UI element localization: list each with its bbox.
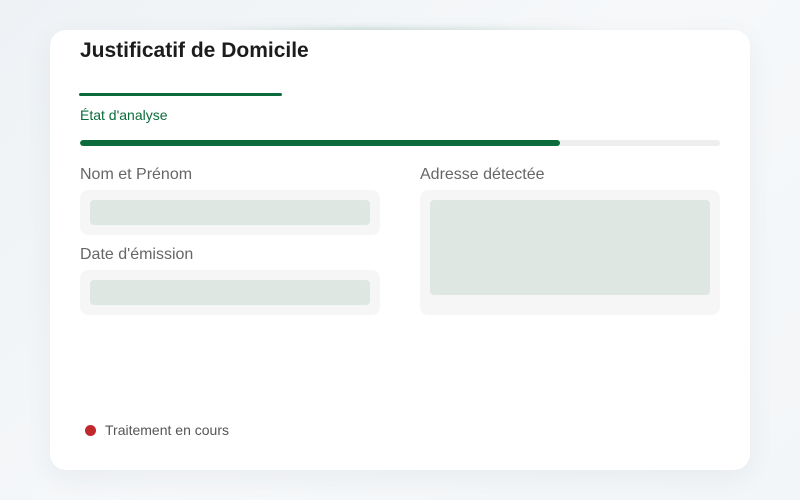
document-card: Justificatif de Domicile État d'analyse … (50, 30, 750, 470)
status-dot-icon (85, 425, 96, 436)
name-field-placeholder-skeleton (90, 200, 370, 225)
issue-date-field[interactable] (80, 270, 380, 315)
address-field-label: Adresse détectée (420, 166, 545, 183)
address-field-placeholder-skeleton (430, 200, 710, 295)
issue-date-field-label: Date d'émission (80, 246, 194, 263)
active-tab-indicator (79, 93, 282, 96)
analysis-progress-bar (80, 140, 720, 146)
address-field[interactable] (420, 190, 720, 315)
issue-date-field-placeholder-skeleton (90, 280, 370, 305)
name-field-label: Nom et Prénom (80, 166, 193, 183)
page-title: Justificatif de Domicile (80, 39, 309, 62)
analysis-progress-fill (80, 140, 560, 146)
name-field[interactable] (80, 190, 380, 235)
analysis-status-label: État d'analyse (80, 107, 168, 123)
processing-status-text: Traitement en cours (105, 422, 229, 438)
